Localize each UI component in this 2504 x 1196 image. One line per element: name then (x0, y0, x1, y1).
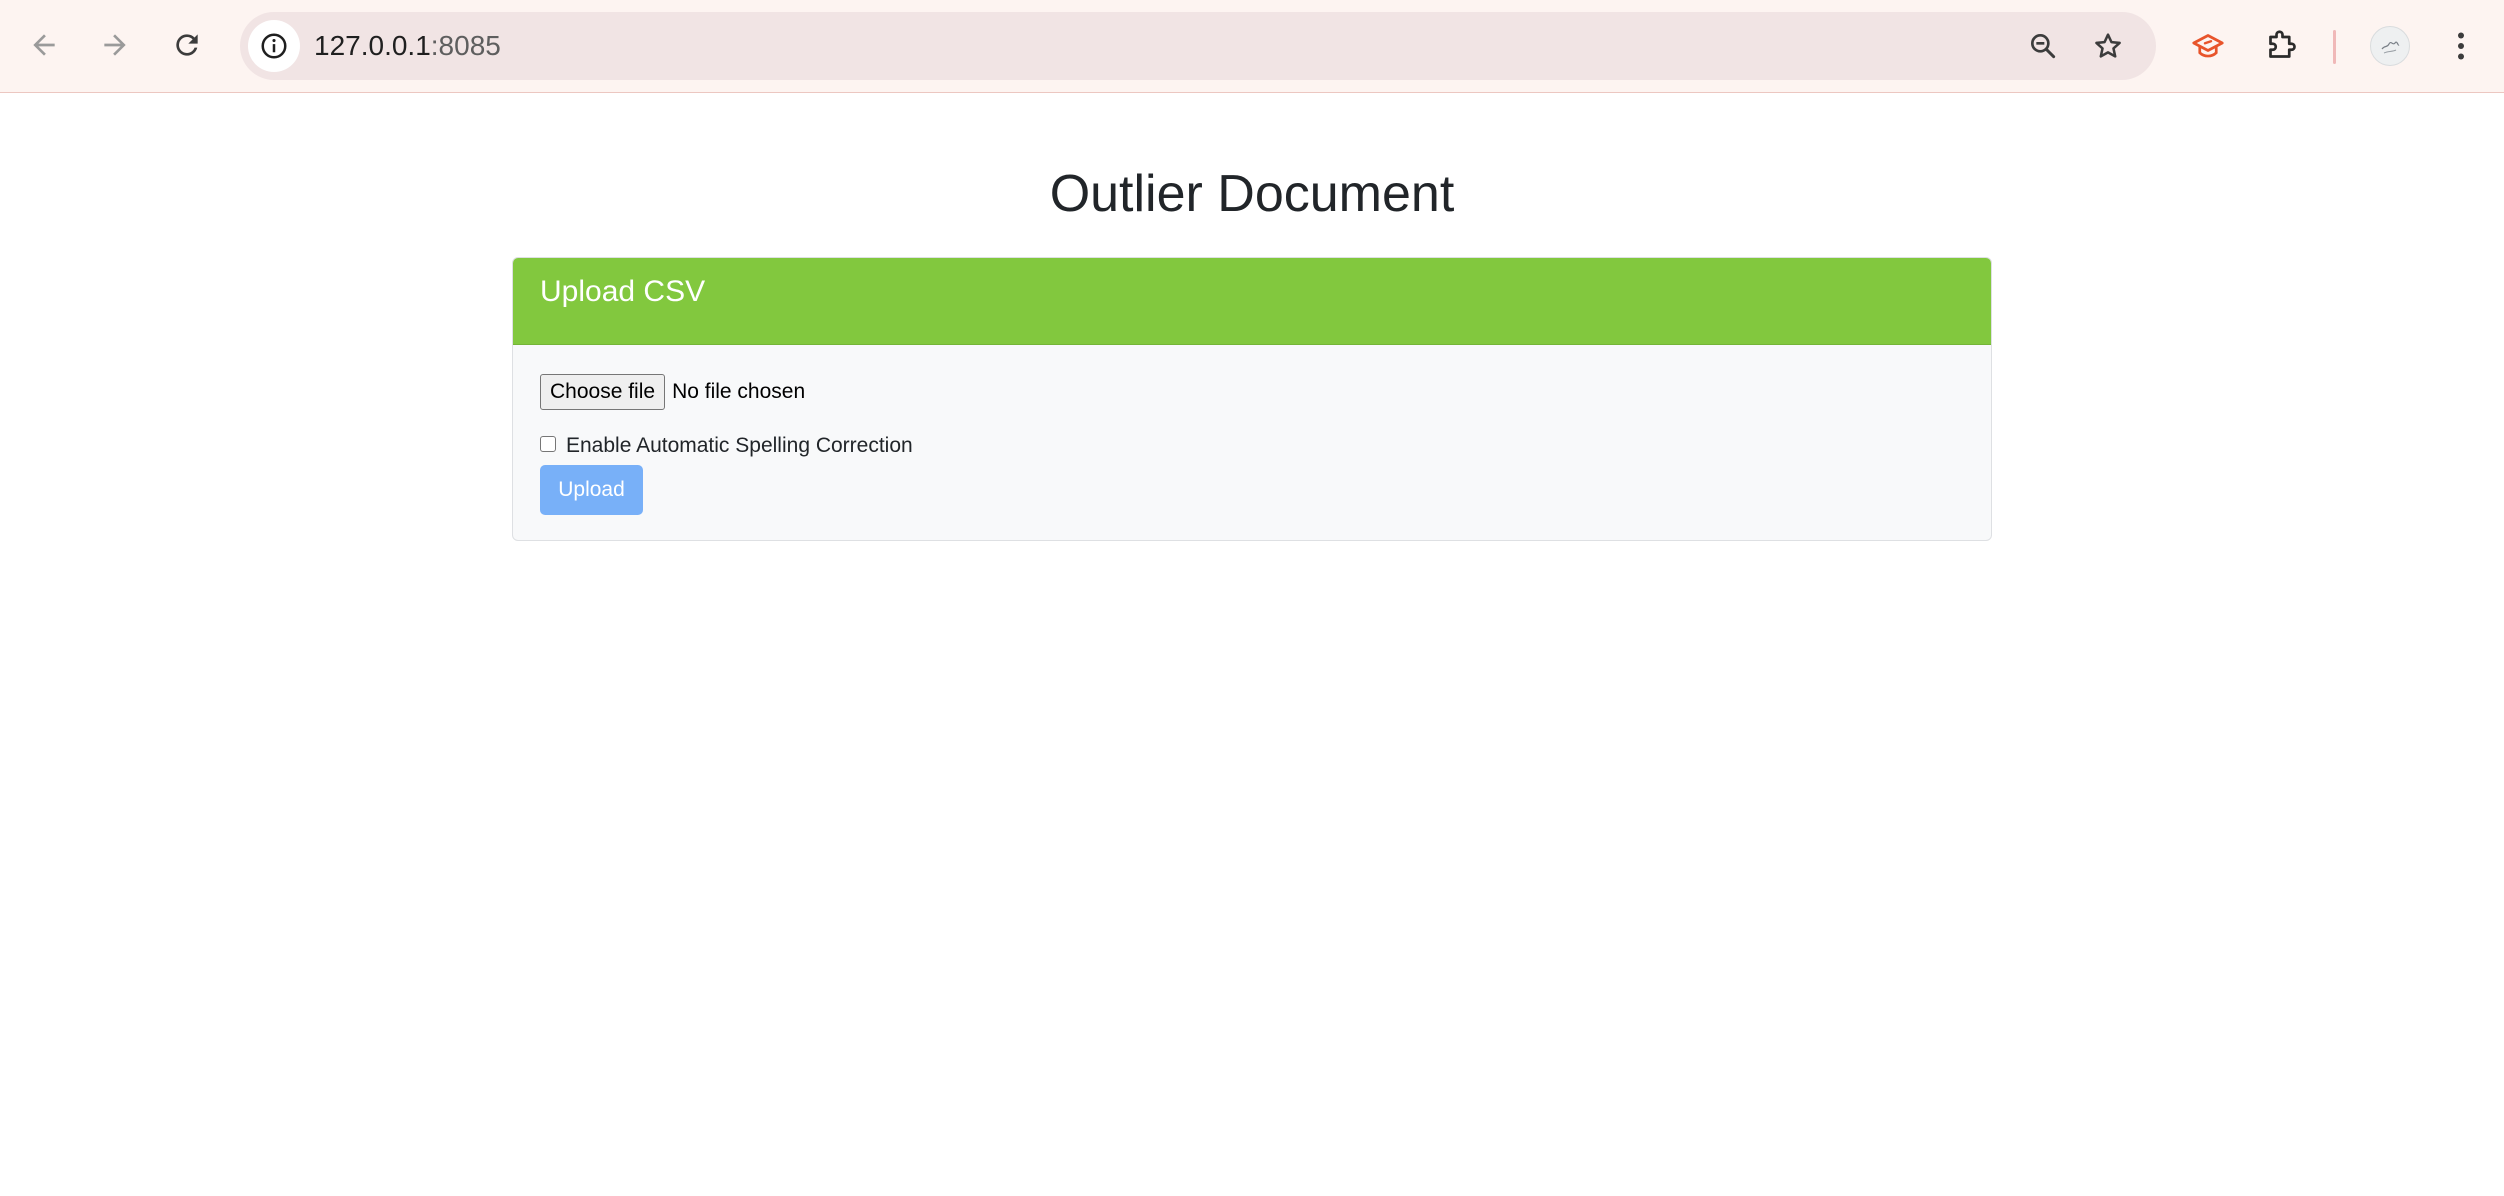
puzzle-piece-icon (2269, 30, 2296, 58)
reload-icon (176, 34, 198, 56)
card-header-title: Upload CSV (540, 275, 706, 308)
zoom-out-icon (2031, 33, 2056, 59)
kebab-menu-icon (2458, 32, 2464, 60)
file-input[interactable]: Choose file No file chosen (540, 374, 805, 410)
reload-button[interactable] (163, 21, 211, 69)
spelling-correction-option[interactable]: Enable Automatic Spelling Correction (540, 430, 913, 458)
zoom-button[interactable] (2026, 29, 2060, 63)
url-port: :8085 (430, 30, 501, 61)
choose-file-button[interactable]: Choose file (540, 374, 666, 410)
graduation-cap-icon (2192, 34, 2224, 58)
url-text[interactable]: 127.0.0.1:8085 (314, 12, 501, 80)
bookmark-button[interactable] (2091, 29, 2125, 63)
address-bar[interactable]: 127.0.0.1:8085 (240, 12, 2156, 80)
file-status-text: No file chosen (672, 380, 806, 403)
browser-menu-button[interactable] (2441, 26, 2481, 66)
toolbar-divider (2333, 30, 2336, 64)
browser-toolbar: 127.0.0.1:8085 (0, 0, 2504, 93)
extension-app-button[interactable] (2188, 26, 2228, 66)
profile-avatar[interactable] (2370, 26, 2410, 66)
upload-card: Upload CSV Choose file No file chosen En… (512, 257, 1992, 541)
spelling-correction-label[interactable]: Enable Automatic Spelling Correction (566, 434, 913, 458)
url-host: 127.0.0.1 (314, 30, 431, 61)
back-button[interactable] (20, 21, 68, 69)
site-info-button[interactable] (248, 20, 300, 72)
extensions-button[interactable] (2261, 26, 2301, 66)
spelling-correction-checkbox[interactable] (540, 436, 556, 452)
info-icon (261, 33, 287, 59)
star-icon (2095, 33, 2121, 58)
card-header: Upload CSV (513, 258, 1991, 345)
upload-button[interactable]: Upload (540, 465, 643, 515)
avatar-icon (2381, 41, 2400, 54)
page-title: Outlier Document (1049, 165, 1455, 223)
forward-arrow-icon (104, 34, 126, 56)
back-arrow-icon (33, 34, 55, 56)
forward-button[interactable] (91, 21, 139, 69)
